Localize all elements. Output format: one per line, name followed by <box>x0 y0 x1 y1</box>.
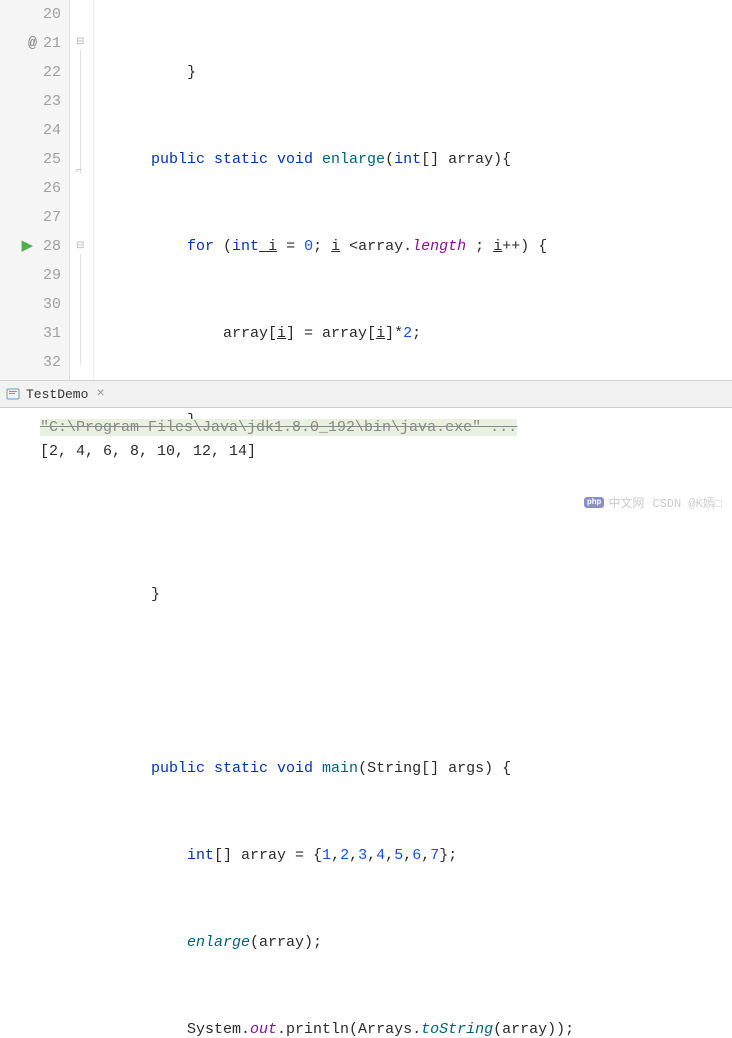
close-icon[interactable]: × <box>96 386 104 402</box>
run-icon[interactable]: ▶ <box>21 232 33 261</box>
fold-minus-icon[interactable]: ⊟ <box>76 36 84 48</box>
line-number: 24 <box>43 116 61 145</box>
watermark-csdn: CSDN @K嫣□ <box>652 494 722 511</box>
code-editor[interactable]: 20 @21 22 23 24 25 26 27 ▶ 28 29 30 31 32… <box>0 0 732 380</box>
php-logo-icon: php <box>584 497 604 508</box>
line-number: 27 <box>43 203 61 232</box>
fold-end-icon: ⌐ <box>76 166 82 177</box>
line-number: 29 <box>43 261 61 290</box>
line-number: 26 <box>43 174 61 203</box>
line-number: 25 <box>43 145 61 174</box>
line-number: 22 <box>43 58 61 87</box>
fold-minus-icon[interactable]: ⊟ <box>76 240 84 252</box>
fold-column: ⊟ ⌐ ⊟ <box>70 0 94 380</box>
line-number: 21 <box>43 29 61 58</box>
line-number: 23 <box>43 87 61 116</box>
watermark-text: 中文网 <box>608 494 644 511</box>
modified-marker-icon: @ <box>28 29 37 58</box>
run-config-icon <box>6 387 20 401</box>
console-command: "C:\Program Files\Java\jdk1.8.0_192\bin\… <box>40 419 517 436</box>
line-number: 30 <box>43 290 61 319</box>
line-gutter: 20 @21 22 23 24 25 26 27 ▶ 28 29 30 31 32 <box>0 0 70 380</box>
run-tab-label[interactable]: TestDemo <box>26 387 88 402</box>
line-number: 31 <box>43 319 61 348</box>
line-number: 28 <box>43 232 61 261</box>
line-number: 32 <box>43 348 61 377</box>
line-number: 20 <box>43 0 61 29</box>
code-content[interactable]: } public static void enlarge(int[] array… <box>94 0 732 380</box>
watermark: php 中文网 CSDN @K嫣□ <box>584 494 722 511</box>
